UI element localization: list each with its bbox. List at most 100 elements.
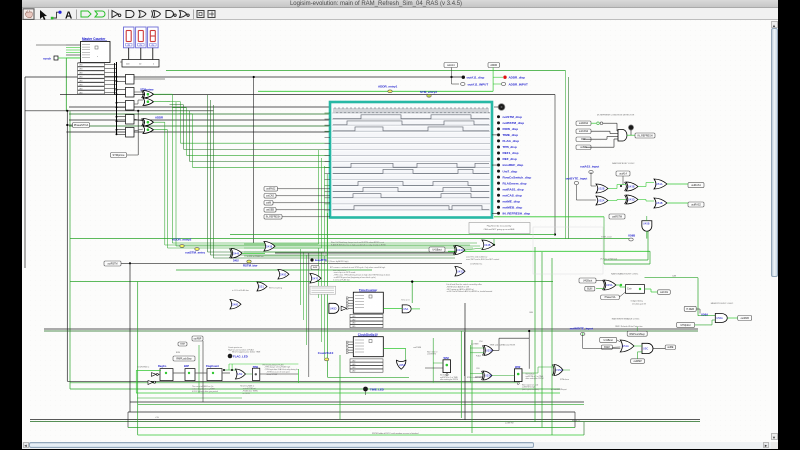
svg-text:RowCoSwitch_disp: RowCoSwitch_disp	[503, 175, 532, 179]
svg-text:IN_REFRESH: IN_REFRESH	[637, 135, 652, 138]
svg-text:U45A: U45A	[399, 363, 406, 367]
svg-text:U51A: U51A	[622, 344, 629, 348]
svg-text:outSEB: outSEB	[266, 209, 274, 212]
svg-text:PhaseSTOA: PhaseSTOA	[74, 123, 89, 127]
svg-text:-CN-: -CN-	[155, 417, 159, 419]
svg-text:ClockDivBy10: ClockDivBy10	[358, 332, 378, 336]
svg-text:notCAS_disp: notCAS_disp	[503, 193, 523, 197]
svg-text:D450: D450	[280, 272, 287, 276]
svg-text:U59B: U59B	[628, 234, 635, 238]
svg-text:outRAS2: outRAS2	[579, 122, 589, 125]
svg-text:B4P: B4P	[184, 364, 189, 368]
svg-text:IN_REFRESH: IN_REFRESH	[266, 217, 281, 219]
svg-text:hedged delay: hedged delay	[631, 301, 643, 303]
svg-text:dsp: dsp	[139, 45, 142, 47]
svg-text:RST (Clears by ADDR high): RST (Clears by ADDR high)	[325, 260, 349, 263]
svg-text:RMPLockStep: RMPLockStep	[176, 358, 192, 361]
svg-text:outRAS2: outRAS2	[266, 188, 276, 191]
svg-text:RAM DISABLE BUSY LOGIC: RAM DISABLE BUSY LOGIC	[611, 272, 639, 275]
svg-text:outTIME: outTIME	[471, 343, 479, 346]
svg-text:U43C: U43C	[457, 248, 464, 252]
svg-text:U51A: U51A	[656, 182, 663, 186]
svg-text:RMPLockStep: RMPLockStep	[630, 333, 646, 336]
svg-text:outCAS: outCAS	[660, 291, 668, 294]
svg-text:STMun switch still: STMun switch still	[467, 376, 482, 379]
svg-text:Flag Reset (to 1) caused by: Flag Reset (to 1) caused by	[487, 225, 512, 228]
svg-text:U44B: U44B	[484, 243, 491, 247]
svg-text:U41Bout: U41Bout	[432, 249, 442, 252]
svg-text:U43B: U43B	[628, 185, 635, 189]
svg-text:RAM WRITE ENABLE LOGIC: RAM WRITE ENABLE LOGIC	[612, 317, 640, 320]
svg-text:TPB_disp: TPB_disp	[503, 145, 517, 149]
svg-text:H.DEM: H.DEM	[686, 308, 694, 311]
svg-text:U52A: U52A	[598, 199, 605, 203]
svg-text:FLAG_LED: FLAG_LED	[233, 355, 248, 359]
svg-text:(latch cycle complete): (latch cycle complete)	[522, 388, 540, 391]
svg-text:outWRITE_input: outWRITE_input	[570, 327, 593, 331]
svg-text:REF1_disp: REF1_disp	[503, 151, 519, 155]
svg-text:synch: synch	[43, 56, 51, 60]
svg-text:FLAG_disp: FLAG_disp	[503, 139, 520, 143]
svg-text:STMclone: STMclone	[560, 379, 570, 381]
svg-text:RSTM_btw: RSTM_btw	[243, 264, 258, 268]
svg-text:E-ADDR (NT) this line is high;: E-ADDR (NT) this line is high; parallel …	[331, 243, 386, 246]
svg-text:U43D: U43D	[628, 198, 635, 202]
svg-text:outCAS: outCAS	[266, 195, 274, 198]
svg-text:- from STOW: - from STOW	[266, 373, 277, 376]
svg-text:CAS: CAS	[672, 274, 677, 277]
svg-text:notMEB_disp: notMEB_disp	[503, 205, 523, 209]
svg-text:U45A: U45A	[606, 283, 613, 287]
svg-text:BGM: BGM	[604, 347, 609, 349]
svg-text:BLIN: BLIN	[587, 289, 592, 291]
svg-text:D438: D438	[266, 244, 273, 248]
svg-text:outA11_INPUT: outA11_INPUT	[468, 82, 489, 86]
svg-text:U53B: U53B	[485, 374, 492, 378]
svg-text:- in ROW: - in ROW	[242, 393, 250, 395]
svg-text:ADDR_entry1: ADDR_entry1	[378, 85, 398, 89]
svg-text:RMP: Refresh Write Protection: RMP: Refresh Write Protection	[615, 325, 642, 328]
svg-text:CountTo10: CountTo10	[318, 351, 334, 355]
svg-text:4 RCV refresh after gen period: 4 RCV refresh after gen period	[192, 390, 218, 393]
svg-text:CAS and NOT going up or outSEB: CAS and NOT going up or outSEB	[484, 228, 515, 231]
svg-text:RST to low/ring: RST to low/ring	[269, 287, 282, 290]
svg-text:notSTM_disp: notSTM_disp	[503, 115, 523, 119]
svg-text:4K REFRESH CONDITION DETECTOR: 4K REFRESH CONDITION DETECTOR	[597, 114, 635, 116]
svg-text:outM1B: outM1B	[741, 317, 750, 320]
svg-text:in COL at FLAG low: in COL at FLAG low	[232, 289, 249, 292]
svg-text:D402: D402	[233, 260, 239, 263]
svg-text:U41Bout: U41Bout	[583, 280, 593, 283]
svg-text:outRAS1: outRAS1	[691, 184, 701, 187]
svg-text:after waiting for RSTM: after waiting for RSTM	[440, 378, 458, 381]
svg-text:outBE: outBE	[667, 346, 674, 349]
svg-text:ADDR: ADDR	[155, 115, 163, 119]
svg-text:dsp: dsp	[127, 45, 130, 47]
svg-text:until RSTM: until RSTM	[427, 353, 436, 356]
svg-text:U52B: U52B	[598, 187, 605, 191]
svg-text:MEMORY BUSY LOGIC: MEMORY BUSY LOGIC	[711, 303, 734, 305]
svg-text:FlagCount: FlagCount	[206, 364, 219, 368]
svg-text:s: s	[97, 56, 98, 58]
svg-text:Cntr: Cntr	[627, 288, 632, 291]
svg-text:RSTM holds off RCV until rando: RSTM holds off RCV until random access i…	[372, 432, 418, 435]
svg-text:C54: C54	[479, 341, 482, 343]
svg-text:innoREF_disp: innoREF_disp	[503, 163, 524, 167]
svg-text:ROW_disp: ROW_disp	[503, 127, 519, 131]
svg-text:outME: outME	[580, 146, 587, 149]
svg-text:outSETW: outSETW	[505, 422, 514, 425]
svg-text:BIT causes: a refresh at next: BIT causes: a refresh at next STM cycle.…	[330, 266, 385, 269]
svg-text:outRSTM: outRSTM	[107, 263, 117, 266]
svg-text:B3M: B3M	[176, 352, 180, 354]
svg-text:U53A: U53A	[486, 348, 493, 352]
svg-text:U41Bout: U41Bout	[604, 339, 614, 342]
svg-text:emulate gate M: emulate gate M	[632, 302, 646, 305]
svg-text:notRAS1_disp: notRAS1_disp	[503, 187, 524, 191]
svg-text:U56A: U56A	[701, 312, 708, 316]
svg-text:outSETW: outSETW	[572, 419, 580, 422]
svg-text:IN_REFRESH_disp: IN_REFRESH_disp	[503, 211, 531, 215]
svg-text:outM: outM	[266, 202, 271, 205]
svg-text:TIME_LED: TIME_LED	[370, 388, 384, 392]
svg-text:outA15_input: outA15_input	[580, 164, 599, 168]
svg-text:ADDR_disp: ADDR_disp	[509, 75, 526, 79]
svg-text:STMprime: STMprime	[113, 153, 126, 157]
svg-text:D470: D470	[312, 276, 319, 280]
